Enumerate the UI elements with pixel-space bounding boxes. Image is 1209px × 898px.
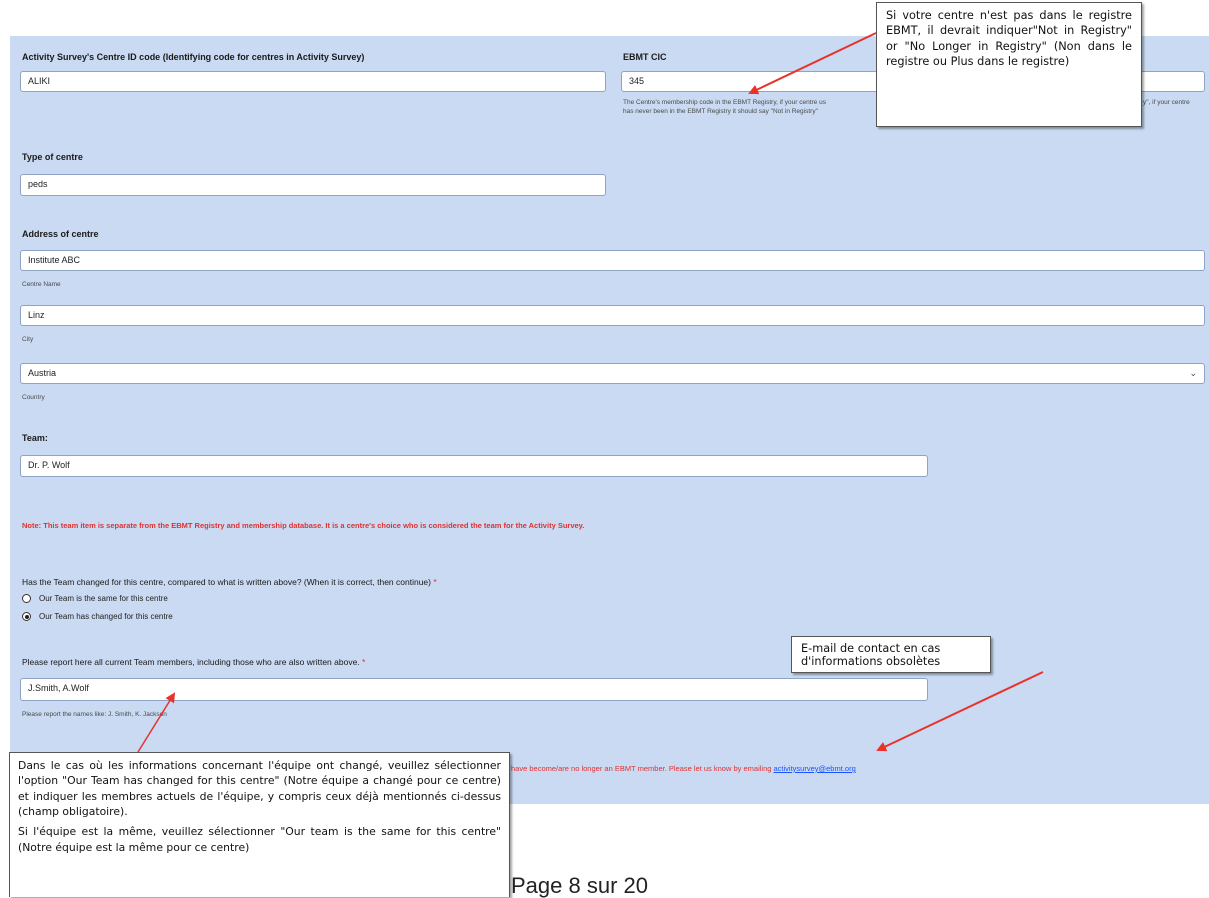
arrow-email bbox=[876, 671, 1044, 752]
arrow-team bbox=[137, 692, 176, 753]
callout-email: E-mail de contact en cas d'informations … bbox=[791, 636, 991, 673]
callout-registry: Si votre centre n'est pas dans le regist… bbox=[876, 2, 1142, 127]
callout-team-paragraph: Si l'équipe est la même, veuillez sélect… bbox=[18, 825, 501, 854]
page-number: Page 8 sur 20 bbox=[511, 873, 648, 898]
arrow-registry bbox=[748, 32, 877, 95]
callout-team-paragraph: Dans le cas où les informations concerna… bbox=[18, 759, 501, 818]
callout-team: Dans le cas où les informations concerna… bbox=[9, 752, 510, 897]
